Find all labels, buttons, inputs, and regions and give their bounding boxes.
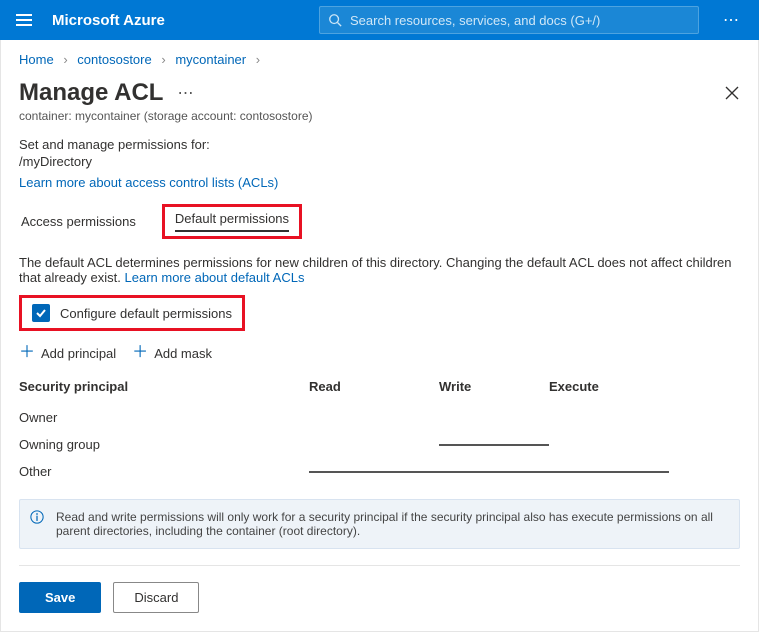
intro-text: Set and manage permissions for: (19, 137, 740, 152)
check-icon (309, 439, 321, 451)
default-acl-description: The default ACL determines permissions f… (19, 255, 740, 285)
close-icon (724, 85, 740, 101)
tab-strip: Access permissions Default permissions (19, 204, 740, 239)
principal-name: Owner (19, 410, 309, 425)
tab-access-permissions[interactable]: Access permissions (19, 208, 138, 235)
chevron-right-icon: › (63, 52, 67, 67)
breadcrumb: Home › contosostore › mycontainer › (19, 52, 740, 67)
page-title: Manage ACL (19, 79, 163, 107)
execute-checkbox[interactable] (549, 439, 669, 451)
tab-underline (175, 230, 289, 232)
footer-buttons: Save Discard (19, 582, 740, 613)
hamburger-icon (16, 14, 32, 26)
main-content: Home › contosostore › mycontainer › Mana… (0, 40, 759, 632)
add-mask-label: Add mask (154, 346, 212, 361)
check-icon (549, 439, 561, 451)
configure-default-row: Configure default permissions (19, 295, 245, 331)
chevron-right-icon: › (161, 52, 165, 67)
chevron-right-icon: › (256, 52, 260, 67)
page-subtitle: container: mycontainer (storage account:… (19, 109, 740, 123)
check-icon (549, 412, 561, 424)
brand-label: Microsoft Azure (52, 12, 165, 29)
table-header: Security principal Read Write Execute (19, 371, 740, 404)
title-row: Manage ACL ⋯ (19, 79, 740, 107)
action-bar: ＋ Add principal ＋ Add mask (19, 345, 740, 361)
learn-default-acl-link[interactable]: Learn more about default ACLs (125, 270, 305, 285)
breadcrumb-container[interactable]: mycontainer (175, 52, 246, 67)
read-checkbox[interactable] (309, 439, 439, 451)
execute-checkbox[interactable] (549, 471, 669, 473)
learn-acl-link[interactable]: Learn more about access control lists (A… (19, 175, 278, 190)
search-icon (328, 13, 342, 27)
col-write: Write (439, 379, 549, 394)
write-checkbox[interactable] (439, 412, 549, 424)
add-principal-button[interactable]: ＋ Add principal (19, 345, 116, 361)
col-read: Read (309, 379, 439, 394)
info-icon (30, 510, 44, 527)
add-principal-label: Add principal (41, 346, 116, 361)
divider (19, 565, 740, 566)
save-button[interactable]: Save (19, 582, 101, 613)
topbar-more-button[interactable]: ⋯ (711, 10, 751, 30)
check-icon (309, 412, 321, 424)
table-row: Other (19, 458, 740, 485)
table-row: Owning group (19, 431, 740, 458)
info-text: Read and write permissions will only wor… (56, 510, 713, 538)
principal-name: Owning group (19, 437, 309, 452)
breadcrumb-home[interactable]: Home (19, 52, 54, 67)
write-checkbox[interactable] (439, 471, 549, 473)
plus-icon: ＋ (19, 345, 35, 361)
principal-name: Other (19, 464, 309, 479)
check-icon (35, 307, 47, 319)
info-banner: Read and write permissions will only wor… (19, 499, 740, 549)
title-more-button[interactable]: ⋯ (177, 83, 193, 103)
close-button[interactable] (724, 85, 740, 101)
write-checkbox[interactable] (439, 444, 549, 446)
discard-button[interactable]: Discard (113, 582, 199, 613)
read-checkbox[interactable] (309, 471, 439, 473)
execute-checkbox[interactable] (549, 412, 669, 424)
hamburger-menu-button[interactable] (8, 4, 40, 36)
check-icon (439, 412, 451, 424)
col-principal: Security principal (19, 379, 309, 394)
col-execute: Execute (549, 379, 669, 394)
tab-default-label: Default permissions (175, 211, 289, 226)
directory-path: /myDirectory (19, 154, 740, 169)
read-checkbox[interactable] (309, 412, 439, 424)
permissions-table: Security principal Read Write Execute Ow… (19, 371, 740, 485)
search-input[interactable] (350, 13, 690, 28)
configure-default-checkbox[interactable] (32, 304, 50, 322)
table-row: Owner (19, 404, 740, 431)
tab-default-permissions[interactable]: Default permissions (162, 204, 302, 239)
top-nav-bar: Microsoft Azure ⋯ (0, 0, 759, 40)
configure-default-label: Configure default permissions (60, 306, 232, 321)
breadcrumb-storage[interactable]: contosostore (77, 52, 151, 67)
global-search[interactable] (319, 6, 699, 34)
add-mask-button[interactable]: ＋ Add mask (132, 345, 212, 361)
plus-icon: ＋ (132, 345, 148, 361)
